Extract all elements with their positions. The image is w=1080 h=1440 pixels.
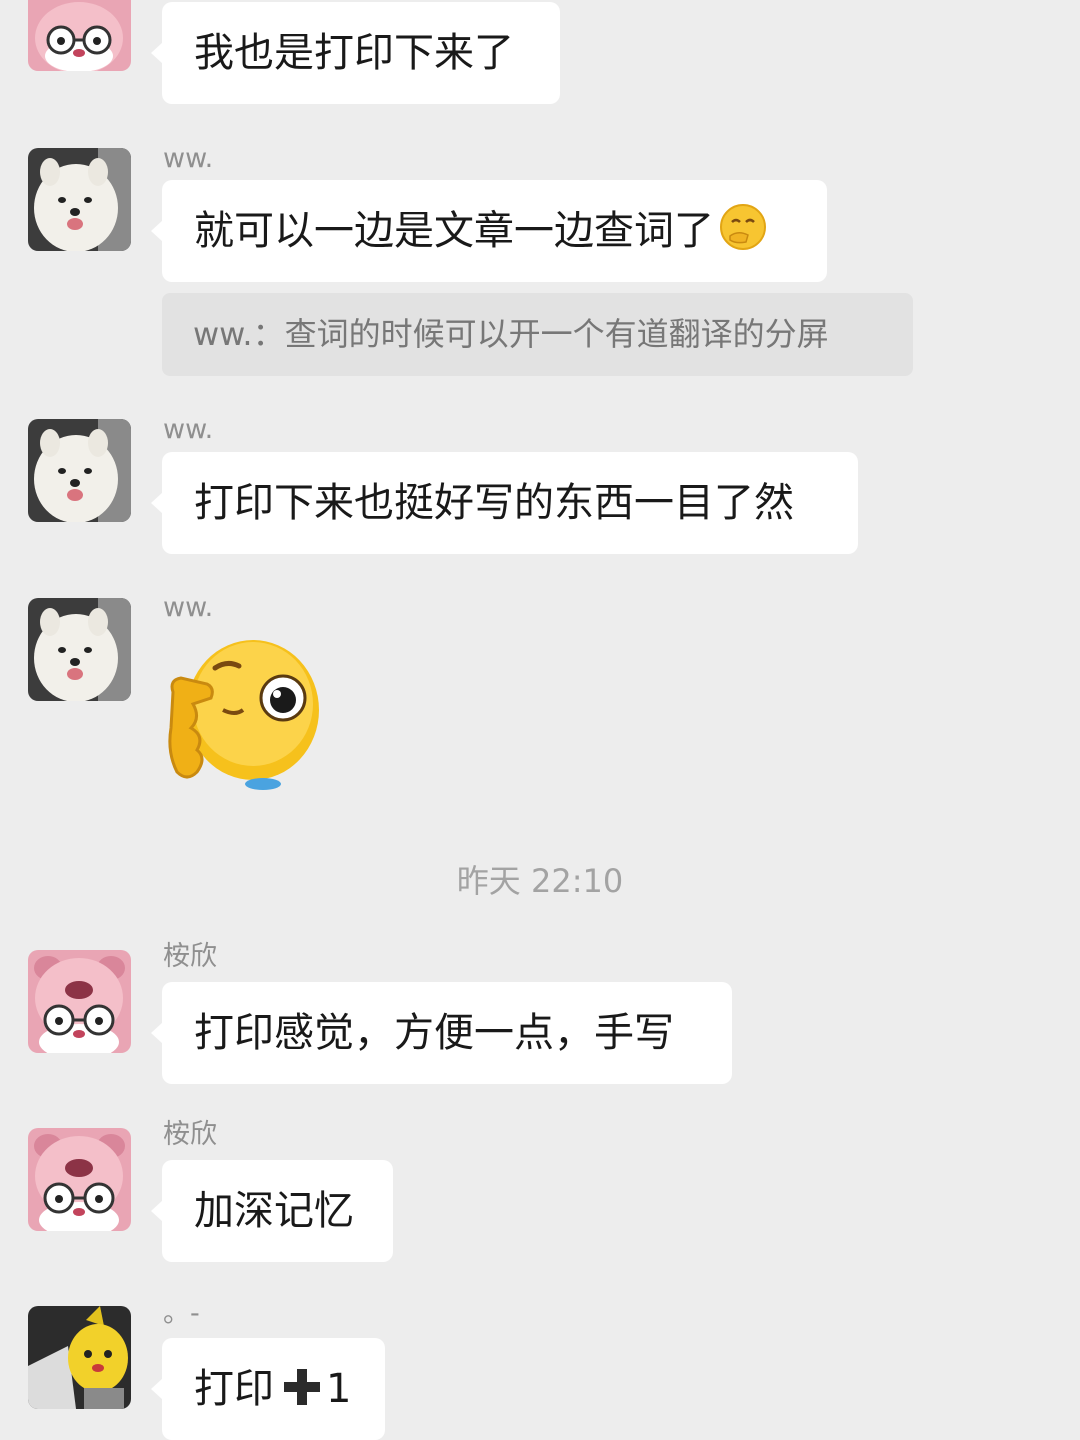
avatar-pink-bear[interactable] xyxy=(28,0,131,71)
avatar-pink-bear[interactable] xyxy=(28,950,131,1053)
plus-icon xyxy=(284,1369,320,1405)
sender-name: ww. xyxy=(163,143,214,174)
sender-name: 。- xyxy=(163,1298,200,1329)
message-text: 加深记忆 xyxy=(194,1188,354,1234)
message-bubble[interactable]: 我也是打印下来了 xyxy=(151,2,560,104)
avatar-white-dog[interactable] xyxy=(28,148,131,251)
avatar-yellow-figure[interactable] xyxy=(28,1306,131,1409)
sender-name: 桉欣 xyxy=(163,941,217,972)
message-bubble[interactable]: 打印感觉，方便一点，手写 xyxy=(151,982,732,1084)
avatar-white-dog[interactable] xyxy=(28,419,131,522)
samoyed-dog-icon xyxy=(28,419,131,522)
message-bubble[interactable]: 打印 1 xyxy=(151,1338,385,1440)
message-text-prefix: 打印 xyxy=(194,1366,274,1412)
message-bubble[interactable]: 加深记忆 xyxy=(151,1160,393,1262)
samoyed-dog-icon xyxy=(28,148,131,251)
avatar-pink-bear[interactable] xyxy=(28,1128,131,1231)
timestamp-divider: 昨天 22:10 xyxy=(456,862,624,900)
pink-bear-glasses-icon xyxy=(28,1128,131,1231)
avatar-white-dog[interactable] xyxy=(28,598,131,701)
message-text: 就可以一边是文章一边查词了 xyxy=(194,208,714,254)
message-text: 我也是打印下来了 xyxy=(194,30,514,76)
thinking-face-emoji-icon xyxy=(720,204,766,250)
thinking-face-sticker-icon[interactable] xyxy=(163,632,323,792)
pink-bear-glasses-icon xyxy=(28,0,131,71)
quoted-message[interactable]: ww.：查词的时候可以开一个有道翻译的分屏 xyxy=(162,293,913,376)
message-bubble[interactable]: 打印下来也挺好写的东西一目了然 xyxy=(151,452,858,554)
pink-bear-glasses-icon xyxy=(28,950,131,1053)
yellow-figure-laptop-icon xyxy=(28,1306,131,1409)
sender-name: 桉欣 xyxy=(163,1119,217,1150)
message-text: 打印感觉，方便一点，手写 xyxy=(194,1010,674,1056)
quoted-text: ww.：查词的时候可以开一个有道翻译的分屏 xyxy=(193,315,829,353)
sender-name: ww. xyxy=(163,414,214,445)
message-text-suffix: 1 xyxy=(326,1366,352,1412)
message-bubble[interactable]: 就可以一边是文章一边查词了 xyxy=(151,180,827,282)
samoyed-dog-icon xyxy=(28,598,131,701)
message-text: 打印下来也挺好写的东西一目了然 xyxy=(194,480,794,526)
sender-name: ww. xyxy=(163,592,214,623)
